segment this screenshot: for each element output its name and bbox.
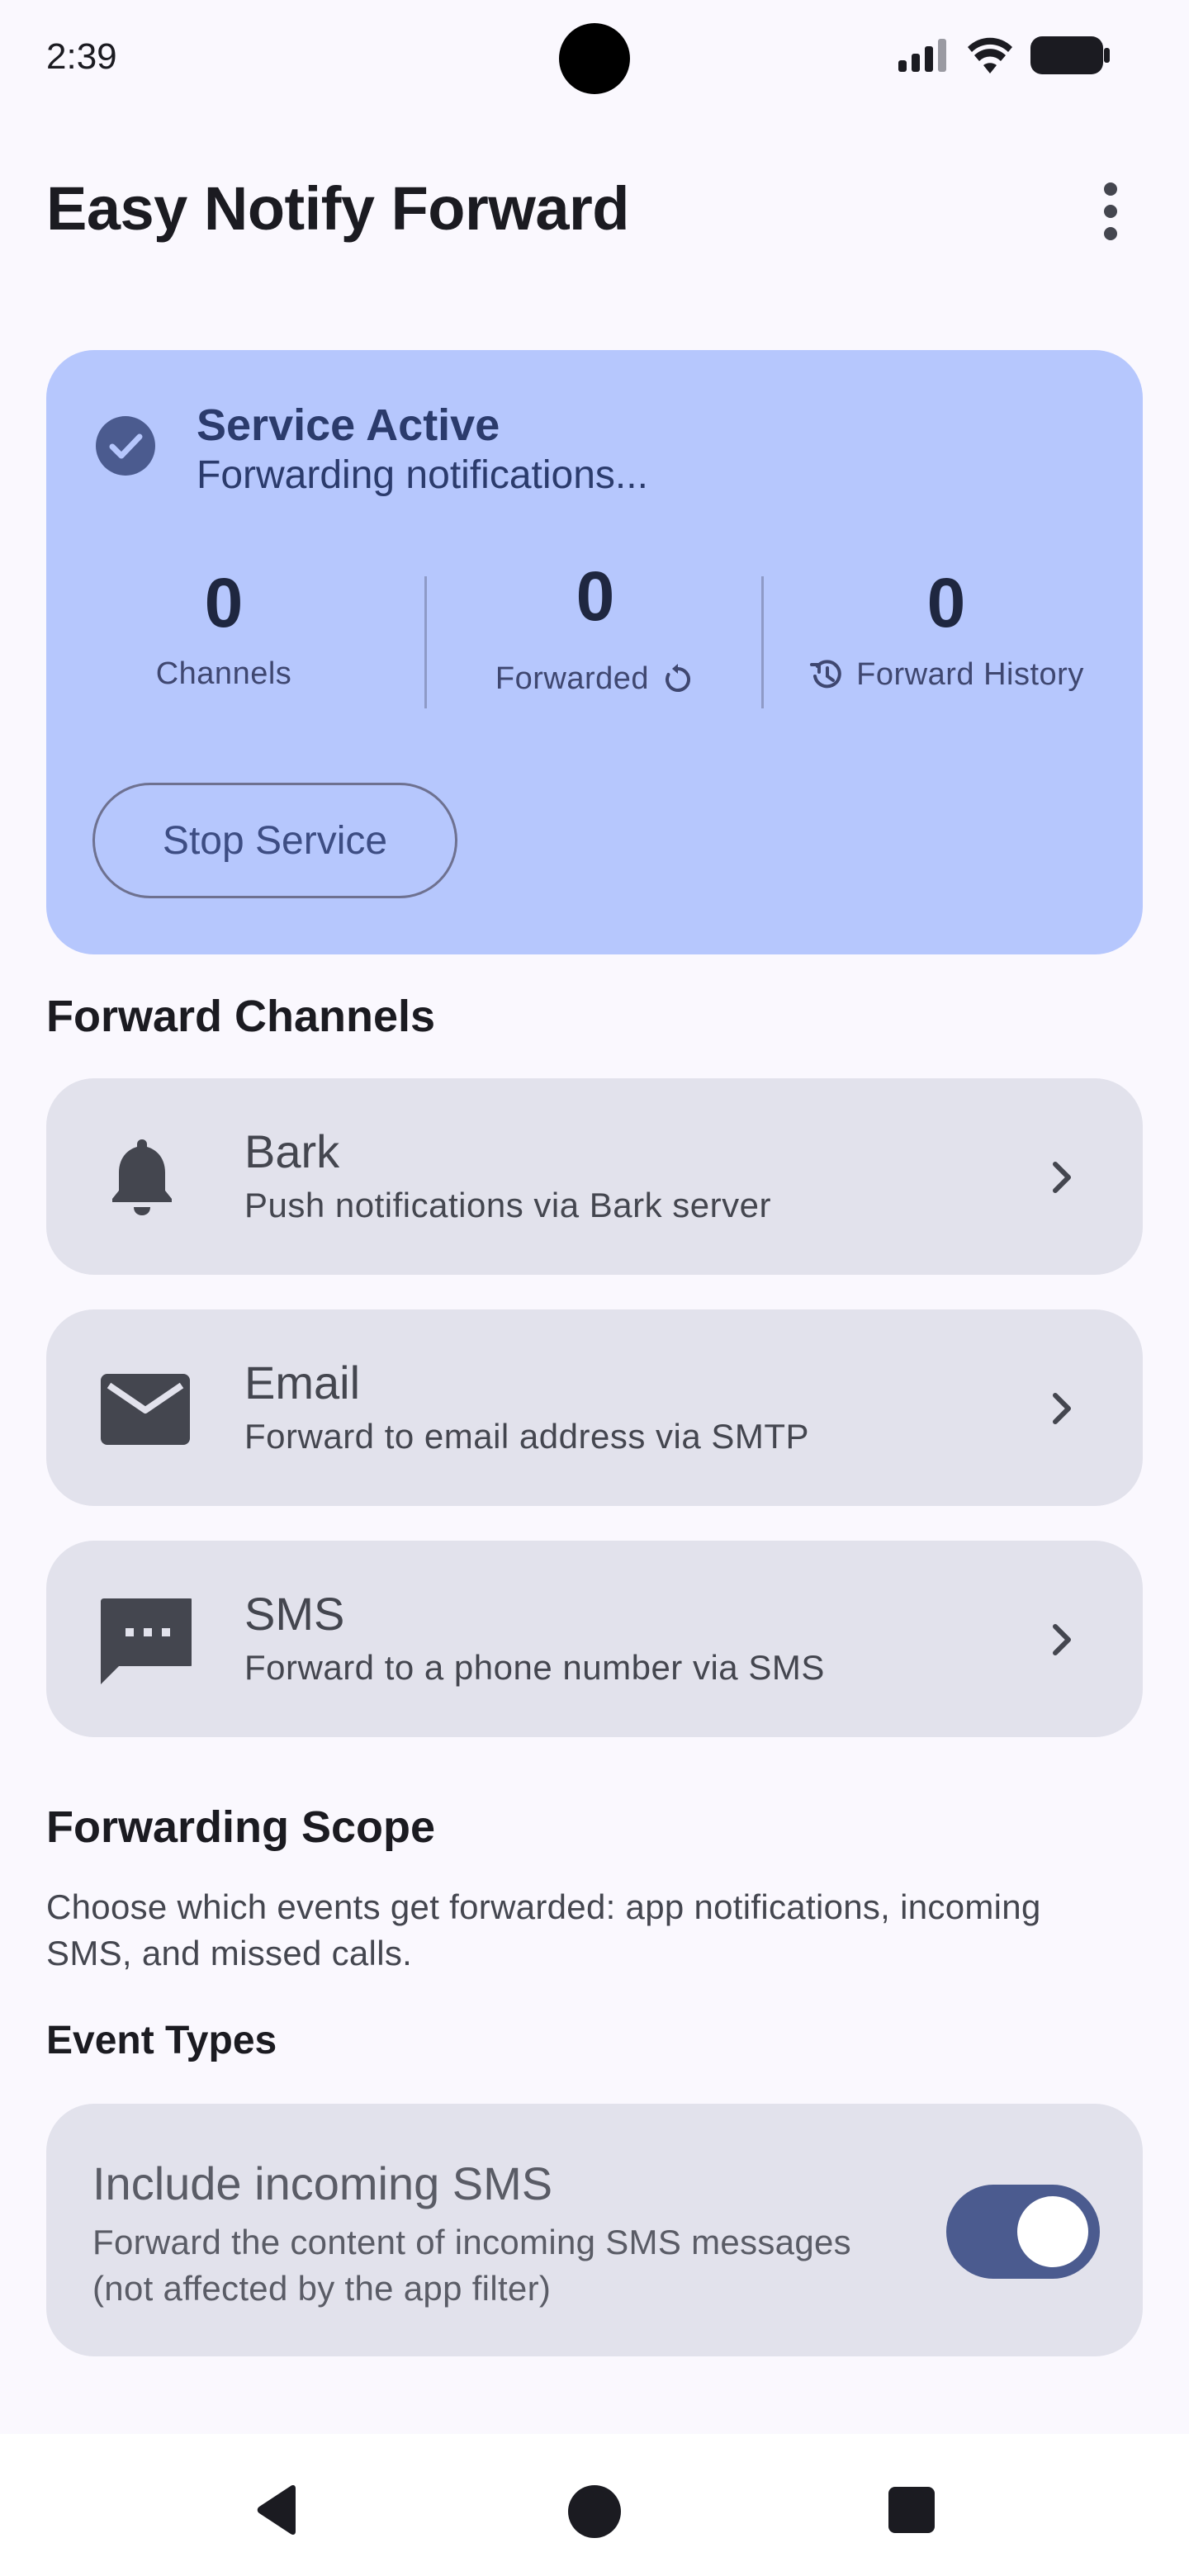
signal-icon xyxy=(898,39,946,72)
include-sms-description: Forward the content of incoming SMS mess… xyxy=(92,2223,851,2308)
stat-channels[interactable]: 0 Channels xyxy=(137,563,310,692)
service-subtitle: Forwarding notifications... xyxy=(197,453,648,497)
stat-channels-value: 0 xyxy=(204,564,244,642)
bell-icon xyxy=(112,1139,172,1215)
channel-card-email[interactable]: Email Forward to email address via SMTP xyxy=(46,1309,1143,1506)
stat-forwarded-value: 0 xyxy=(576,557,615,635)
channel-name: Bark xyxy=(244,1125,340,1177)
include-sms-setting[interactable]: Include incoming SMS Forward the content… xyxy=(46,2104,1143,2356)
chevron-right-icon xyxy=(1053,1393,1071,1424)
channel-name: Email xyxy=(244,1357,361,1409)
stat-forwarded[interactable]: 0 Forwarded xyxy=(476,556,715,697)
switch-knob xyxy=(1017,2196,1088,2267)
status-time: 2:39 xyxy=(46,36,117,77)
forwarding-scope-description: Choose which events get forwarded: app n… xyxy=(46,1887,1041,1972)
event-types-heading: Event Types xyxy=(46,2019,277,2062)
check-circle-icon xyxy=(96,416,155,476)
forward-channels-heading: Forward Channels xyxy=(46,992,436,1041)
camera-cutout xyxy=(559,23,630,94)
reset-icon[interactable] xyxy=(661,662,695,697)
more-vert-icon[interactable] xyxy=(1082,178,1139,244)
stat-divider xyxy=(761,576,764,708)
status-icons xyxy=(898,36,1110,74)
mail-icon xyxy=(101,1374,190,1445)
wifi-icon xyxy=(968,37,1012,73)
stat-channels-label: Channels xyxy=(155,656,292,691)
channel-desc: Forward to a phone number via SMS xyxy=(244,1648,825,1687)
channel-name: SMS xyxy=(244,1588,345,1640)
sms-icon xyxy=(101,1598,192,1684)
stat-history-value: 0 xyxy=(926,564,966,642)
app-title: Easy Notify Forward xyxy=(46,174,630,243)
service-status-card: Service Active Forwarding notifications.… xyxy=(46,350,1143,954)
recents-icon[interactable] xyxy=(888,2487,935,2533)
channel-card-bark[interactable]: Bark Push notifications via Bark server xyxy=(46,1078,1143,1275)
service-title: Service Active xyxy=(197,400,500,450)
history-icon xyxy=(810,660,841,689)
stat-history[interactable]: 0 Forward History xyxy=(773,563,1120,693)
stop-service-button[interactable]: Stop Service xyxy=(92,783,457,898)
stat-history-label: Forward History xyxy=(856,656,1084,692)
stat-forwarded-label: Forwarded xyxy=(495,661,650,696)
channel-desc: Forward to email address via SMTP xyxy=(244,1417,810,1456)
system-nav-bar xyxy=(0,2434,1189,2576)
chevron-right-icon xyxy=(1053,1162,1071,1193)
channel-desc: Push notifications via Bark server xyxy=(244,1186,771,1224)
home-icon[interactable] xyxy=(568,2485,621,2538)
stat-divider xyxy=(424,576,427,708)
battery-icon xyxy=(1030,36,1110,74)
back-icon[interactable] xyxy=(253,2484,302,2536)
forwarding-scope-heading: Forwarding Scope xyxy=(46,1802,436,1852)
status-bar: 2:39 xyxy=(0,0,1189,116)
channel-card-sms[interactable]: SMS Forward to a phone number via SMS xyxy=(46,1541,1143,1737)
include-sms-title: Include incoming SMS xyxy=(92,2157,553,2209)
chevron-right-icon xyxy=(1053,1624,1071,1655)
include-sms-switch[interactable] xyxy=(946,2185,1100,2279)
